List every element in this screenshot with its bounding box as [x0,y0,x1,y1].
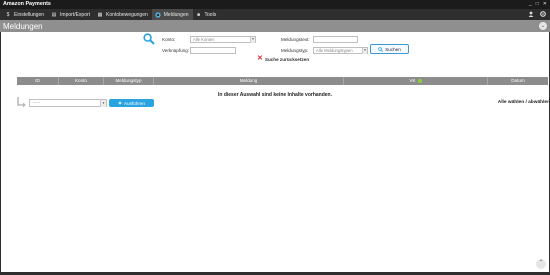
minimize-icon[interactable]: _ [529,1,532,7]
search-button-label: Suchen [385,46,401,52]
grid-icon: ▦ [97,11,103,18]
konto-select[interactable]: Alle Konten ▾ [190,36,256,43]
nav-label: Einstellungen [14,11,45,18]
konto-select-value: Alle Konten [193,37,215,42]
page-title: Meldungen [3,21,43,31]
nav-label: Import/Export [60,11,91,18]
dollar-icon: $ [6,11,10,18]
tools-icon: ■ [197,11,201,18]
search-icon [378,46,384,52]
column-header-meldung[interactable]: Meldung [154,77,344,85]
verknuepfung-label: Verknüpfung: [162,48,190,53]
nav-item-tools[interactable]: ■ Tools [193,9,221,20]
meldungstyp-label: Meldungstyp: [281,48,309,53]
search-button[interactable]: Suchen [370,44,409,54]
execute-button-label: Ausführen [124,100,145,106]
konto-label: Konto: [162,37,176,42]
column-header-konto[interactable]: Konto [59,77,104,85]
nav-item-kontobewegungen[interactable]: ▦ Kontobewegungen [94,9,152,20]
close-red-icon: ✕ [257,55,263,62]
nav-label: Kontobewegungen [106,11,148,18]
column-header-vk[interactable]: VK [344,77,488,85]
frame-left [0,32,1,272]
plus-icon [118,101,122,105]
meldungstyp-select-value: Alle Meldungstypen [316,48,353,53]
select-all-link[interactable]: Alle wählen [498,100,524,105]
column-header-datum[interactable]: Datum [488,77,548,85]
arrow-return-icon [17,97,26,108]
column-header-id[interactable]: ID [17,77,59,85]
execute-button[interactable]: Ausführen [109,99,154,107]
chevron-down-icon: ▾ [250,37,255,43]
bulk-action-select[interactable]: ----- ▾ [29,99,107,107]
search-icon [143,33,155,45]
user-icon[interactable] [528,11,534,19]
window-controls: _ □ ✕ [529,1,547,7]
chat-icon [155,11,161,18]
reset-search-link[interactable]: ✕ Suche zurücksetzen [257,55,310,62]
nav-item-import-export[interactable]: ▤ Import/Export [48,9,94,20]
meldungstext-input[interactable] [313,36,358,43]
window-title: Amazon Payments [3,1,51,7]
document-icon: ▤ [51,11,57,18]
select-links: Alle wählen / abwählen [498,100,550,105]
nav-item-meldungen[interactable]: Meldungen [151,9,193,20]
status-dot-icon [417,78,422,83]
table-header: ID Konto Meldungstyp Meldung VK Datum [17,77,548,85]
verknuepfung-input[interactable] [190,47,236,54]
meldungstyp-select[interactable]: Alle Meldungstypen ▾ [313,47,368,54]
nav-label: Tools [204,11,217,18]
column-header-meldungstyp[interactable]: Meldungstyp [104,77,154,85]
close-icon[interactable]: ✕ [543,1,547,7]
scroll-to-top-chevron-icon[interactable]: ⌃ [536,259,546,269]
bulk-action-row: ----- ▾ Ausführen Alle wählen / abwählen [16,97,550,109]
maximize-icon[interactable]: □ [536,1,539,7]
chevron-down-icon: ▾ [362,48,367,54]
deselect-all-link[interactable]: abwählen [528,100,550,105]
collapse-chevron-icon[interactable]: ⌄ [539,22,547,30]
settings-gear-icon[interactable] [540,10,546,19]
nav-item-einstellungen[interactable]: $ Einstellungen [2,9,48,20]
filter-panel: Konto: Alle Konten ▾ Verknüpfung: Meldun… [143,33,413,68]
chevron-down-icon: ▾ [100,100,106,107]
nav-label: Meldungen [163,11,189,18]
column-header-vk-label: VK [409,78,416,83]
window-titlebar: Amazon Payments _ □ ✕ [0,0,550,9]
meldungstext-label: Meldungstext: [281,37,310,42]
main-nav: $ Einstellungen ▤ Import/Export ▦ Kontob… [0,9,550,20]
reset-search-label: Suche zurücksetzen [264,56,310,62]
page-header: Meldungen ⌄ [0,20,550,32]
bulk-action-select-value: ----- [33,100,40,105]
